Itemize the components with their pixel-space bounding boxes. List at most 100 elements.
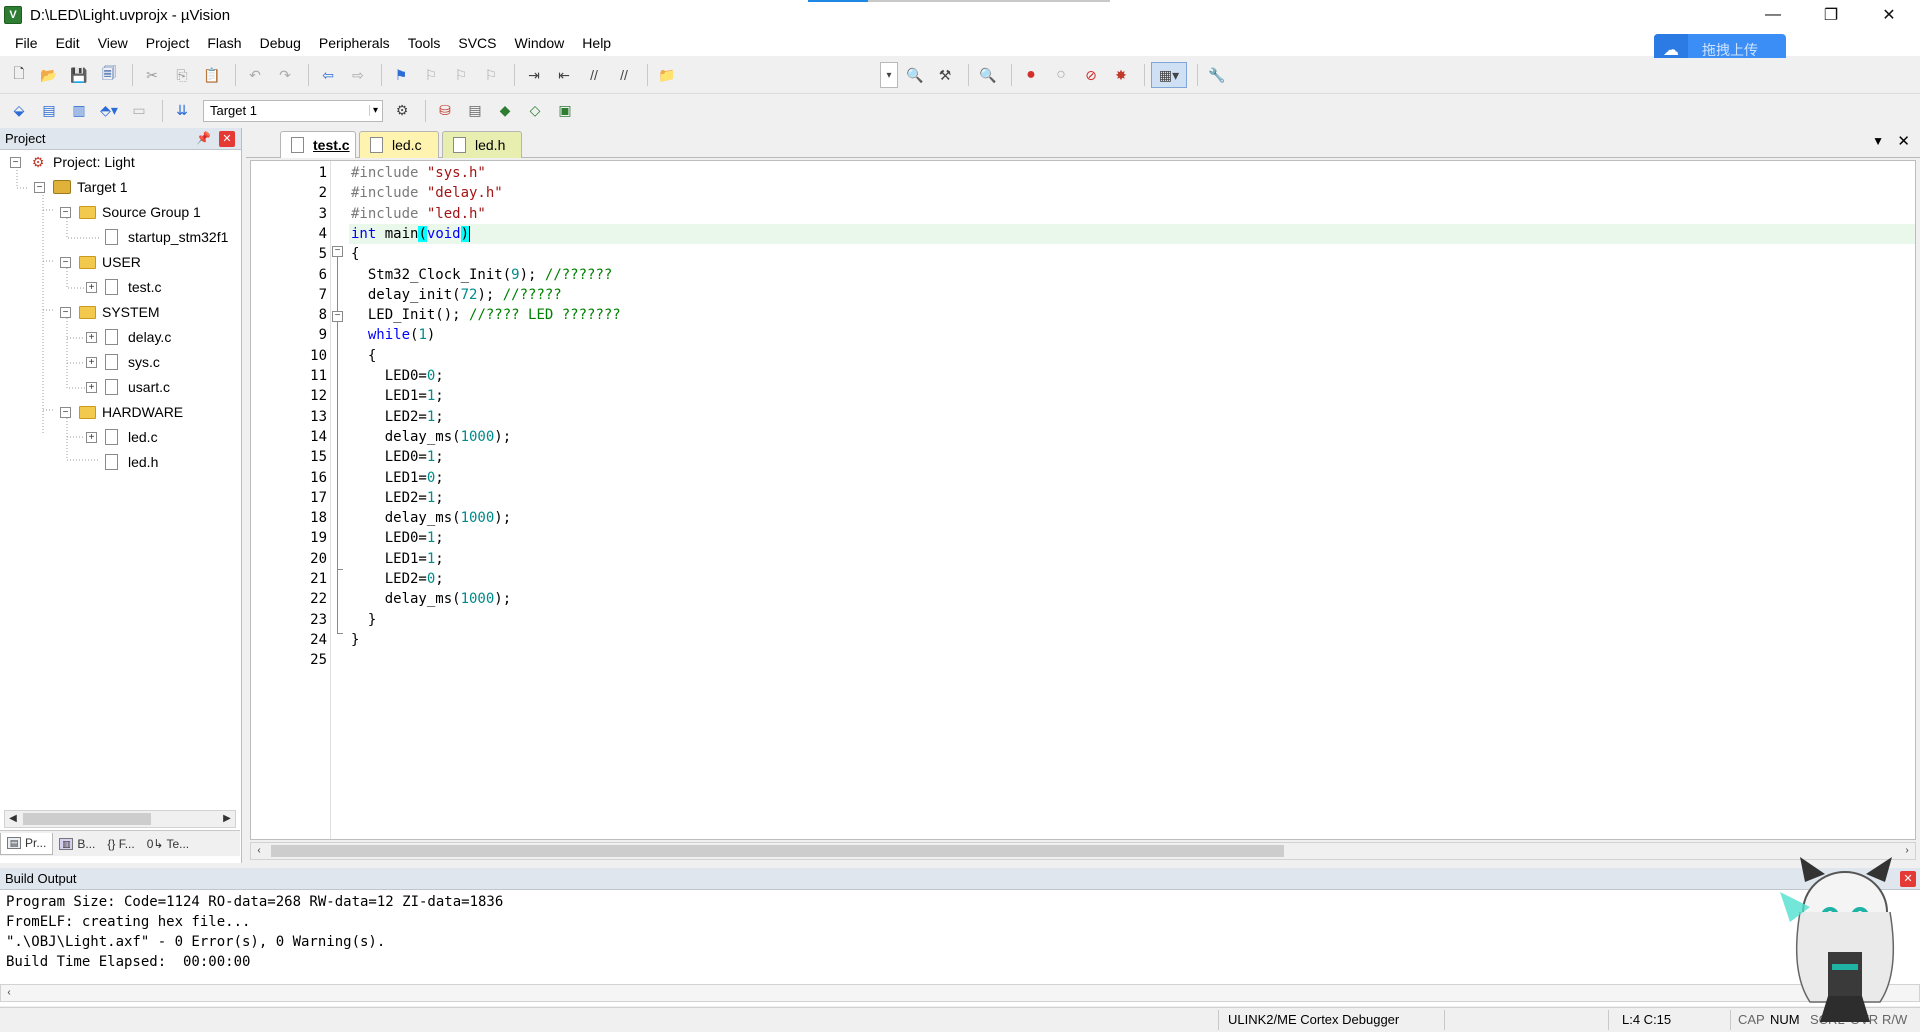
menu-file[interactable]: File xyxy=(6,30,47,56)
tab-list-dropdown-icon[interactable]: ▼ xyxy=(1872,134,1884,148)
build-output-scrollbar[interactable]: ‹ xyxy=(0,984,1920,1002)
indent-icon[interactable]: ⇥ xyxy=(521,62,547,88)
tab-test-c[interactable]: test.c xyxy=(280,131,356,158)
editor-horizontal-scrollbar[interactable]: ‹ › xyxy=(250,842,1916,860)
window-layout-icon[interactable]: ▦▾ xyxy=(1151,62,1187,88)
tree-item-target-1[interactable]: − Target 1 xyxy=(34,175,128,199)
collapse-icon[interactable]: − xyxy=(34,181,45,193)
scroll-right-arrow[interactable]: ▶ xyxy=(219,811,235,827)
collapse-icon[interactable]: − xyxy=(60,206,71,218)
scroll-thumb[interactable] xyxy=(271,845,1284,857)
rebuild-icon[interactable]: ▥ xyxy=(66,98,92,124)
tree-item-led-c[interactable]: + led.c xyxy=(86,425,158,449)
close-window-button[interactable]: ✕ xyxy=(1860,0,1918,30)
expand-icon[interactable]: + xyxy=(86,356,97,368)
kill-all-breakpoints-icon[interactable]: ✸ xyxy=(1108,62,1134,88)
tree-item-user[interactable]: − USER xyxy=(60,250,141,274)
close-editor-icon[interactable]: ✕ xyxy=(1897,132,1910,150)
fold-toggle-main[interactable]: − xyxy=(332,246,343,257)
new-file-icon[interactable]: 🗋 xyxy=(6,62,32,88)
tree-item-usart-c[interactable]: + usart.c xyxy=(86,375,170,399)
tree-item-led-h[interactable]: led.h xyxy=(86,450,158,474)
redo-icon[interactable]: ↷ xyxy=(272,62,298,88)
insert-breakpoint-icon[interactable]: ● xyxy=(1018,62,1044,88)
disable-all-breakpoints-icon[interactable]: ⊘ xyxy=(1078,62,1104,88)
menu-window[interactable]: Window xyxy=(506,30,574,56)
tab-books[interactable]: ▥ B... xyxy=(53,833,101,855)
paste-icon[interactable]: 📋 xyxy=(199,62,225,88)
menu-tools[interactable]: Tools xyxy=(399,30,450,56)
enable-breakpoint-icon[interactable]: ○ xyxy=(1048,62,1074,88)
select-packs-icon[interactable]: ◆ xyxy=(492,98,518,124)
save-icon[interactable]: 💾 xyxy=(66,62,92,88)
save-all-icon[interactable]: 🗐 xyxy=(96,62,122,88)
menu-view[interactable]: View xyxy=(89,30,137,56)
menu-svcs[interactable]: SVCS xyxy=(449,30,505,56)
collapse-icon[interactable]: − xyxy=(60,256,71,268)
scroll-thumb[interactable] xyxy=(23,813,151,825)
pin-icon[interactable]: 📌 xyxy=(196,131,211,145)
project-horizontal-scrollbar[interactable]: ◀ ▶ xyxy=(4,810,236,828)
tree-item-test-c[interactable]: + test.c xyxy=(86,275,161,299)
undo-icon[interactable]: ↶ xyxy=(242,62,268,88)
scroll-left-arrow[interactable]: ‹ xyxy=(1,985,17,1001)
tab-led-c[interactable]: led.c xyxy=(359,131,439,158)
tree-item-delay-c[interactable]: + delay.c xyxy=(86,325,171,349)
stop-build-icon[interactable]: ▭ xyxy=(126,98,152,124)
navigate-back-icon[interactable]: ⇦ xyxy=(315,62,341,88)
translate-icon[interactable]: ⬙ xyxy=(6,98,32,124)
find-in-files-icon[interactable]: 📁 xyxy=(654,62,680,88)
tab-led-h[interactable]: led.h xyxy=(442,131,522,158)
scroll-left-arrow[interactable]: ‹ xyxy=(251,843,267,859)
clear-bookmarks-icon[interactable]: ⚐ xyxy=(478,62,504,88)
tab-functions[interactable]: {} F... xyxy=(101,833,140,855)
fold-toggle-while[interactable]: − xyxy=(332,311,343,322)
tab-project[interactable]: ▤ Pr... xyxy=(0,832,54,855)
manage-books-icon[interactable]: ▤ xyxy=(462,98,488,124)
expand-icon[interactable]: + xyxy=(86,331,97,343)
tree-item-sys-c[interactable]: + sys.c xyxy=(86,350,160,374)
menu-peripherals[interactable]: Peripherals xyxy=(310,30,399,56)
menu-help[interactable]: Help xyxy=(573,30,620,56)
cut-icon[interactable]: ✂ xyxy=(139,62,165,88)
batch-build-icon[interactable]: ⬘▾ xyxy=(96,98,122,124)
expand-icon[interactable]: + xyxy=(86,431,97,443)
uncomment-icon[interactable]: // xyxy=(611,62,637,88)
tree-item-source-group-1[interactable]: − Source Group 1 xyxy=(60,200,201,224)
manage-project-icon[interactable]: ⛁ xyxy=(432,98,458,124)
open-folder-icon[interactable]: 📂 xyxy=(36,62,62,88)
expand-icon[interactable]: + xyxy=(86,281,97,293)
unindent-icon[interactable]: ⇤ xyxy=(551,62,577,88)
collapse-icon[interactable]: − xyxy=(60,306,71,318)
pack-installer-icon[interactable]: ▣ xyxy=(552,98,578,124)
incremental-find-icon[interactable]: ⚒ xyxy=(932,62,958,88)
scroll-left-arrow[interactable]: ◀ xyxy=(5,811,21,827)
tree-item-system[interactable]: − SYSTEM xyxy=(60,300,160,324)
download-icon[interactable]: ⇊ xyxy=(169,98,195,124)
find-combo-arrow[interactable]: ▾ xyxy=(880,62,898,88)
bookmark-icon[interactable]: ⚑ xyxy=(388,62,414,88)
build-icon[interactable]: ▤ xyxy=(36,98,62,124)
menu-flash[interactable]: Flash xyxy=(198,30,250,56)
comment-icon[interactable]: // xyxy=(581,62,607,88)
target-options-icon[interactable]: ⚙ xyxy=(389,98,415,124)
menu-project[interactable]: Project xyxy=(137,30,199,56)
navigate-forward-icon[interactable]: ⇨ xyxy=(345,62,371,88)
copy-icon[interactable]: ⎘ xyxy=(169,62,195,88)
tree-item-project-light[interactable]: − ⚙ Project: Light xyxy=(10,152,135,174)
code-editor[interactable]: 1 2 3 4 5 6 7 8 9 10 11 12 13 14 15 16 17 18 19 20 21 22 23 24 2… xyxy=(250,160,1916,840)
target-select[interactable]: Target 1 ▾ xyxy=(203,99,383,122)
find-icon[interactable]: 🔍 xyxy=(902,62,928,88)
next-bookmark-icon[interactable]: ⚐ xyxy=(448,62,474,88)
close-icon[interactable]: ✕ xyxy=(219,131,235,147)
tab-templates[interactable]: 0↳ Te... xyxy=(141,833,195,855)
tree-item-startup-stm32f1[interactable]: startup_stm32f1 xyxy=(86,225,228,249)
minimize-button[interactable]: — xyxy=(1744,0,1802,30)
expand-icon[interactable]: + xyxy=(86,381,97,393)
configure-icon[interactable]: 🔧 xyxy=(1204,62,1230,88)
manage-rte-icon[interactable]: ◇ xyxy=(522,98,548,124)
mascot-overlay-icon[interactable] xyxy=(1770,852,1920,1032)
menu-edit[interactable]: Edit xyxy=(47,30,89,56)
start-debug-icon[interactable]: 🔍 xyxy=(975,62,1001,88)
collapse-icon[interactable]: − xyxy=(10,156,21,168)
